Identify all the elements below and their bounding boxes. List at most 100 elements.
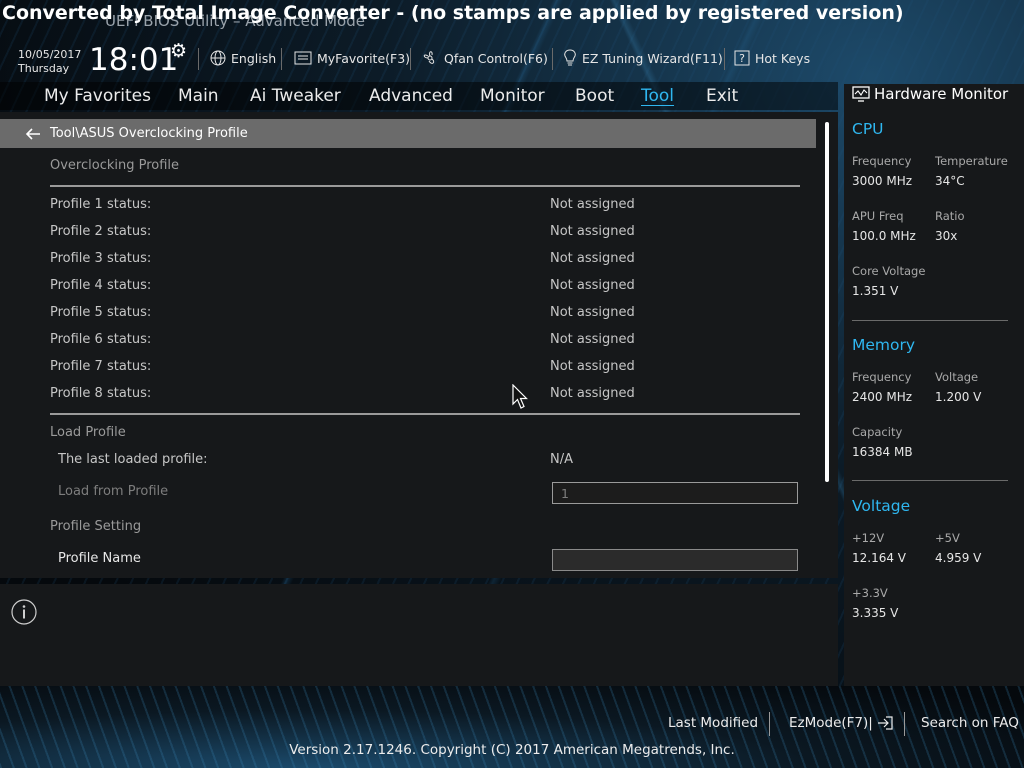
- profile-4-value: Not assigned: [550, 278, 635, 293]
- capacity-value: 16384 MB: [852, 445, 913, 459]
- divider: [769, 712, 770, 736]
- cpu-section-title: CPU: [852, 120, 884, 138]
- cpu-frequency-label: Frequency: [852, 154, 912, 168]
- last-modified-button[interactable]: Last Modified: [668, 715, 758, 731]
- exit-arrow-icon: [877, 716, 893, 730]
- main-panel: Tool\ASUS Overclocking Profile Overclock…: [0, 112, 838, 578]
- last-loaded-profile-value: N/A: [550, 452, 573, 467]
- hardware-monitor-label: Hardware Monitor: [874, 85, 1009, 103]
- my-favorite-button[interactable]: MyFavorite(F3): [294, 48, 410, 68]
- profile-4-label: Profile 4 status:: [50, 278, 152, 293]
- memory-section-title: Memory: [852, 336, 916, 354]
- v33-value: 3.335 V: [852, 606, 899, 620]
- hot-keys-button[interactable]: ? Hot Keys: [734, 48, 810, 68]
- hardware-monitor-title: Hardware Monitor: [852, 85, 1008, 103]
- memory-frequency-value: 2400 MHz: [852, 390, 913, 404]
- load-from-profile-label: Load from Profile: [58, 484, 169, 499]
- divider: [50, 185, 800, 187]
- language-label: English: [231, 50, 277, 66]
- watermark-text: Converted by Total Image Converter - (no…: [2, 2, 904, 24]
- profile-3-value: Not assigned: [550, 251, 635, 266]
- divider: [198, 48, 199, 70]
- fan-icon: [423, 51, 435, 64]
- scrollbar[interactable]: [825, 122, 829, 482]
- capacity-label: Capacity: [852, 425, 903, 439]
- divider: [852, 480, 1008, 481]
- ezmode-label: EzMode(F7)|: [789, 715, 873, 731]
- lightbulb-icon: [564, 49, 576, 66]
- ez-tuning-wizard-button[interactable]: EZ Tuning Wizard(F11): [563, 48, 723, 68]
- tab-exit[interactable]: Exit: [706, 86, 738, 106]
- info-icon: [11, 599, 37, 625]
- cpu-frequency-value: 3000 MHz: [852, 174, 913, 188]
- svg-text:?: ?: [739, 52, 745, 65]
- qfan-control-button[interactable]: Qfan Control(F6): [421, 48, 548, 68]
- core-voltage-value: 1.351 V: [852, 284, 899, 298]
- last-loaded-profile-label: The last loaded profile:: [58, 452, 208, 467]
- menu-bar: My Favorites Main Ai Tweaker Advanced Mo…: [0, 82, 838, 110]
- profile-5-value: Not assigned: [550, 305, 635, 320]
- load-from-profile-input[interactable]: 1: [552, 482, 798, 504]
- hot-keys-label: Hot Keys: [755, 50, 811, 66]
- divider: [904, 712, 905, 736]
- profile-1-label: Profile 1 status:: [50, 197, 152, 212]
- gear-icon[interactable]: ⚙: [170, 40, 187, 62]
- search-on-faq-label: Search on FAQ: [921, 715, 1019, 731]
- ezmode-button[interactable]: EzMode(F7)|: [789, 715, 893, 731]
- profile-name-input[interactable]: [552, 549, 798, 571]
- voltage-section-title: Voltage: [852, 497, 911, 515]
- day-value: Thursday: [18, 62, 70, 75]
- v12-label: +12V: [852, 531, 885, 545]
- favorite-list-icon: [294, 51, 312, 65]
- profile-3-label: Profile 3 status:: [50, 251, 152, 266]
- my-favorite-label: MyFavorite(F3): [317, 50, 411, 66]
- profile-5-label: Profile 5 status:: [50, 305, 152, 320]
- search-on-faq-button[interactable]: Search on FAQ: [921, 715, 1019, 731]
- breadcrumb: Tool\ASUS Overclocking Profile: [0, 119, 816, 148]
- core-voltage-label: Core Voltage: [852, 264, 926, 278]
- profile-8-value: Not assigned: [550, 386, 635, 401]
- breadcrumb-text: Tool\ASUS Overclocking Profile: [50, 126, 248, 141]
- divider: [410, 48, 411, 70]
- qfan-control-label: Qfan Control(F6): [444, 50, 548, 66]
- memory-frequency-label: Frequency: [852, 370, 912, 384]
- monitor-icon: [852, 86, 870, 102]
- ez-tuning-wizard-label: EZ Tuning Wizard(F11): [582, 50, 723, 66]
- language-button[interactable]: English: [210, 48, 276, 68]
- tab-boot[interactable]: Boot: [575, 86, 614, 106]
- profile-8-label: Profile 8 status:: [50, 386, 152, 401]
- cpu-temperature-label: Temperature: [935, 154, 1008, 168]
- divider: [281, 48, 282, 70]
- tab-tool[interactable]: Tool: [641, 86, 674, 106]
- version-text: Version 2.17.1246. Copyright (C) 2017 Am…: [289, 742, 735, 758]
- tab-advanced[interactable]: Advanced: [369, 86, 453, 106]
- tab-ai-tweaker[interactable]: Ai Tweaker: [250, 86, 341, 106]
- tab-main[interactable]: Main: [178, 86, 219, 106]
- profile-6-value: Not assigned: [550, 332, 635, 347]
- memory-voltage-label: Voltage: [935, 370, 979, 384]
- last-modified-label: Last Modified: [668, 715, 759, 731]
- divider: [852, 320, 1008, 321]
- profile-6-label: Profile 6 status:: [50, 332, 152, 347]
- divider: [552, 48, 553, 70]
- hardware-monitor-panel: Hardware Monitor CPU Frequency Temperatu…: [844, 84, 1024, 686]
- top-bar: 10/05/2017 Thursday 18:01 ⚙ English MyFa…: [0, 40, 1024, 78]
- profile-2-label: Profile 2 status:: [50, 224, 152, 239]
- ratio-value: 30x: [935, 229, 958, 243]
- apu-freq-value: 100.0 MHz: [852, 229, 916, 243]
- profile-setting-title: Profile Setting: [50, 519, 142, 534]
- v12-value: 12.164 V: [852, 551, 907, 565]
- back-arrow-icon[interactable]: [24, 126, 42, 142]
- cpu-temperature-value: 34°C: [935, 174, 965, 188]
- memory-voltage-value: 1.200 V: [935, 390, 982, 404]
- overclocking-profile-title: Overclocking Profile: [50, 158, 180, 173]
- date-display: 10/05/2017 Thursday: [18, 48, 81, 76]
- apu-freq-label: APU Freq: [852, 209, 904, 223]
- date-value: 10/05/2017: [18, 48, 82, 61]
- time-display: 18:01: [89, 42, 179, 78]
- profile-1-value: Not assigned: [550, 197, 635, 212]
- profile-7-label: Profile 7 status:: [50, 359, 152, 374]
- tab-my-favorites[interactable]: My Favorites: [44, 86, 151, 106]
- tab-monitor[interactable]: Monitor: [480, 86, 545, 106]
- question-box-icon: ?: [734, 50, 750, 66]
